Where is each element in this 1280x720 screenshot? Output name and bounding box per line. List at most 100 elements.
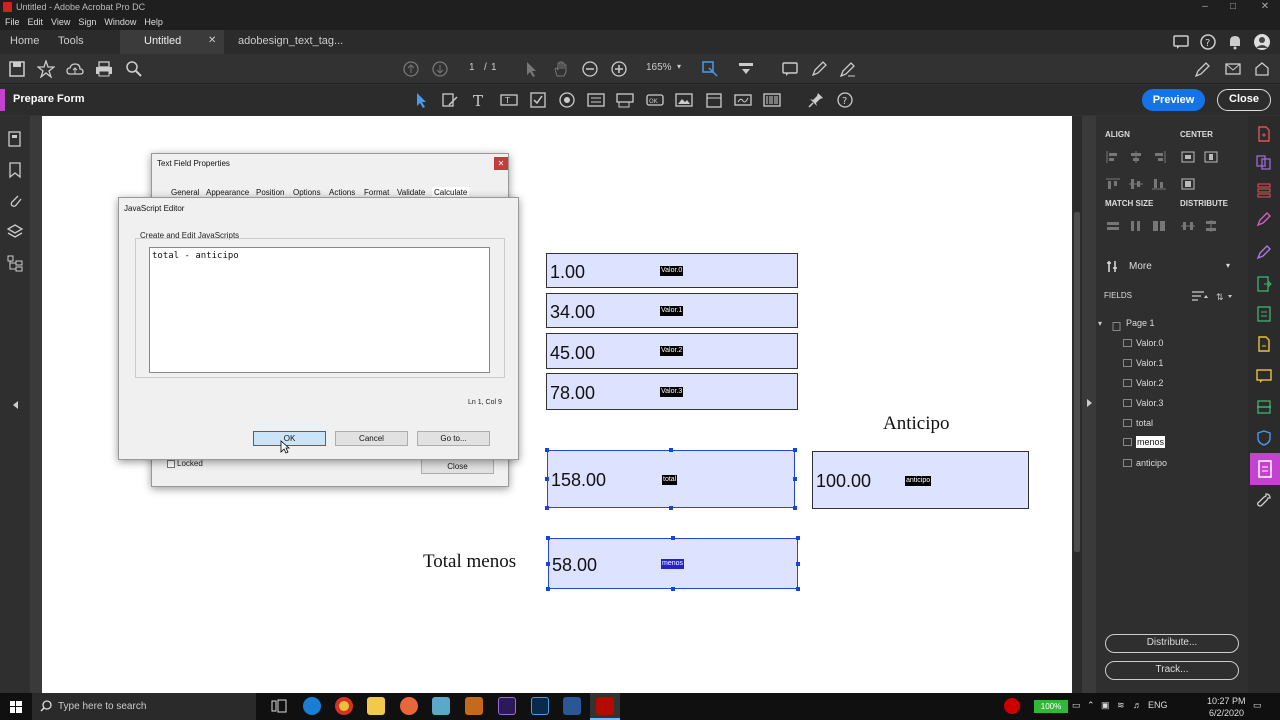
tab-home[interactable]: Home — [10, 30, 46, 54]
page-thumbnails-icon[interactable] — [6, 130, 24, 148]
scrollbar-thumb[interactable] — [1074, 212, 1080, 552]
image-field-icon[interactable] — [675, 91, 693, 109]
resize-handle[interactable] — [793, 448, 797, 452]
preview-button[interactable]: Preview — [1142, 89, 1205, 111]
window-close-button[interactable]: ✕ — [1250, 0, 1280, 14]
distribute-vertical-icon[interactable] — [1204, 220, 1218, 232]
tab-adobesign[interactable]: adobesign_text_tag... — [238, 30, 348, 54]
photoshop-app-icon[interactable] — [531, 697, 549, 715]
network-icon[interactable]: ▣ — [1101, 700, 1110, 711]
clock-date[interactable]: 6/2/2020 — [1209, 708, 1244, 718]
select-cursor-icon[interactable] — [522, 60, 540, 78]
more-dropdown[interactable]: More — [1129, 261, 1152, 272]
create-pdf-icon[interactable] — [1256, 126, 1272, 142]
tab-tools[interactable]: Tools — [58, 30, 98, 54]
more-tools-icon[interactable] — [1106, 259, 1122, 272]
locked-checkbox[interactable] — [167, 460, 175, 468]
page-tree-item[interactable]: Page 1 — [1126, 318, 1155, 328]
field-list-item-total[interactable]: total — [1123, 418, 1153, 428]
form-field-anticipo[interactable]: 100.00 anticipo — [812, 451, 1029, 509]
form-field-valor-1[interactable]: 34.00 Valor.1 — [546, 293, 798, 328]
tab-validate[interactable]: Validate — [397, 188, 425, 197]
share-file-icon[interactable] — [1256, 336, 1272, 352]
center-horizontal-icon[interactable] — [1181, 151, 1195, 163]
more-tools-wrench-icon[interactable] — [1256, 492, 1272, 508]
match-both-icon[interactable] — [1152, 220, 1166, 232]
comment-icon[interactable] — [1172, 33, 1190, 51]
send-for-review-icon[interactable] — [1256, 306, 1272, 322]
chevron-down-icon[interactable]: ▾ — [677, 62, 681, 71]
resize-handle[interactable] — [669, 448, 673, 452]
add-comment-icon[interactable] — [781, 60, 799, 78]
minimize-button[interactable]: – — [1190, 0, 1220, 14]
document-vertical-scrollbar[interactable] — [1072, 116, 1082, 693]
fill-sign-icon[interactable] — [1256, 244, 1272, 260]
expand-right-panel-icon[interactable] — [1084, 397, 1094, 409]
form-field-menos[interactable]: 58.00 menos — [548, 538, 798, 589]
menu-help[interactable]: Help — [140, 14, 167, 30]
upload-cloud-icon[interactable] — [66, 60, 84, 78]
zoom-level-select[interactable]: 165% — [646, 62, 672, 73]
page-number-input[interactable]: 1 — [469, 62, 475, 73]
radio-field-icon[interactable] — [558, 91, 576, 109]
distribute-horizontal-icon[interactable] — [1181, 220, 1195, 232]
tab-position[interactable]: Position — [256, 188, 284, 197]
file-explorer-icon[interactable] — [367, 697, 385, 715]
more-chevron-down-icon[interactable]: ▾ — [1226, 261, 1230, 270]
notepad-app-icon[interactable] — [432, 697, 450, 715]
resize-handle[interactable] — [796, 562, 800, 566]
tab-format[interactable]: Format — [364, 188, 389, 197]
windows-start-icon[interactable] — [10, 701, 22, 713]
bookmarks-icon[interactable] — [6, 161, 24, 179]
zoom-search-icon[interactable] — [125, 60, 143, 78]
menu-view[interactable]: View — [47, 14, 74, 30]
select-object-icon[interactable] — [412, 91, 430, 109]
record-indicator-icon[interactable] — [1004, 698, 1020, 714]
save-icon[interactable] — [8, 60, 26, 78]
resize-handle[interactable] — [669, 506, 673, 510]
edge-browser-icon[interactable] — [303, 697, 321, 715]
protect-shield-icon[interactable] — [1256, 430, 1272, 446]
field-options-icon[interactable]: ⇅ — [1216, 290, 1234, 302]
help-circle-icon[interactable]: ? — [836, 91, 854, 109]
tab-options[interactable]: Options — [293, 188, 321, 197]
resize-handle[interactable] — [796, 536, 800, 540]
sign-pen-icon[interactable] — [839, 60, 857, 78]
zoom-in-icon[interactable] — [610, 60, 628, 78]
firefox-browser-icon[interactable] — [400, 697, 418, 715]
close-prepare-button[interactable]: Close — [1217, 89, 1271, 111]
edit-pdf-icon[interactable] — [1256, 211, 1272, 227]
align-left-icon[interactable] — [1106, 151, 1120, 163]
form-field-valor-0[interactable]: 1.00 Valor.0 — [546, 253, 798, 288]
zoom-out-icon[interactable] — [581, 60, 599, 78]
pin-icon[interactable] — [807, 91, 825, 109]
content-tree-icon[interactable] — [6, 254, 24, 272]
field-list-item-valor-3[interactable]: Valor.3 — [1123, 398, 1163, 408]
center-both-icon[interactable] — [1181, 178, 1195, 190]
battery-icon[interactable]: ▭ — [1072, 700, 1081, 711]
tray-overflow-chevron-icon[interactable]: ⌃ — [1087, 700, 1095, 711]
align-right-icon[interactable] — [1152, 151, 1166, 163]
share-link-icon[interactable] — [1253, 60, 1271, 78]
help-icon[interactable]: ? — [1199, 33, 1217, 51]
tab-close-icon[interactable]: ✕ — [208, 35, 216, 46]
word-app-icon[interactable] — [563, 697, 581, 715]
cancel-button[interactable]: Cancel — [335, 431, 408, 446]
form-field-total[interactable]: 158.00 total — [547, 450, 795, 508]
combine-files-icon[interactable] — [1256, 154, 1272, 170]
premiere-app-icon[interactable] — [498, 697, 516, 715]
next-page-icon[interactable] — [431, 60, 449, 78]
layers-icon[interactable] — [6, 223, 24, 241]
text-tool-icon[interactable]: T — [470, 91, 488, 110]
resize-handle[interactable] — [545, 506, 549, 510]
attachments-paperclip-icon[interactable] — [6, 192, 24, 210]
scan-ocr-icon[interactable] — [1256, 399, 1272, 415]
prev-page-icon[interactable] — [402, 60, 420, 78]
resize-handle[interactable] — [671, 536, 675, 540]
resize-handle[interactable] — [796, 587, 800, 591]
button-field-icon[interactable]: OK — [646, 91, 664, 109]
battery-indicator[interactable]: 100% — [1034, 700, 1068, 713]
close-dialog-button[interactable]: Close — [421, 459, 494, 474]
menu-edit[interactable]: Edit — [24, 14, 48, 30]
acrobat-taskbar-button-active[interactable] — [590, 693, 620, 720]
